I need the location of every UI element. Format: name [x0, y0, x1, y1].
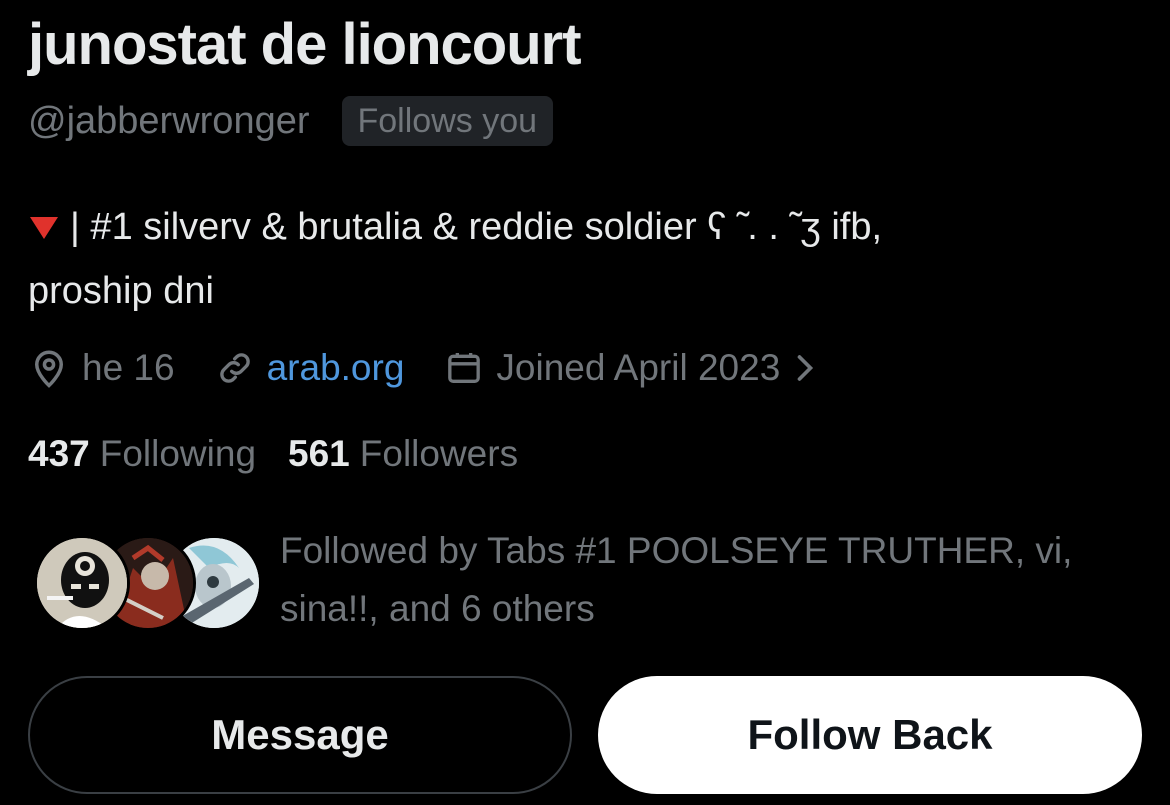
profile-handle: @jabberwronger	[28, 100, 310, 142]
avatar	[34, 535, 130, 631]
followed-by-line-2: sina!!, and 6 others	[280, 588, 595, 629]
following-label: Following	[99, 433, 257, 474]
calendar-icon	[444, 348, 484, 388]
bio-line-2: proship dni	[28, 270, 214, 312]
chevron-right-icon	[794, 353, 816, 383]
followers-label: Followers	[359, 433, 519, 474]
mutual-followers-avatars[interactable]	[34, 535, 262, 631]
followed-by-line-1: Followed by Tabs #1 POOLSEYE TRUTHER, vi…	[280, 530, 1073, 571]
link-icon	[215, 348, 255, 388]
location-pin-icon	[28, 347, 70, 389]
profile-bio: | #1 silverv & brutalia & reddie soldier…	[28, 196, 1128, 322]
follow-back-button[interactable]: Follow Back	[598, 676, 1142, 794]
follows-you-badge: Follows you	[341, 96, 554, 146]
location-item: he 16	[28, 344, 175, 392]
joined-item[interactable]: Joined April 2023	[444, 344, 816, 392]
followed-by-text[interactable]: Followed by Tabs #1 POOLSEYE TRUTHER, vi…	[280, 522, 1140, 638]
following-count: 437	[28, 433, 90, 474]
joined-text: Joined April 2023	[496, 347, 781, 388]
handle-row: @jabberwronger Follows you	[28, 96, 554, 146]
follow-stats: 437 Following 561 Followers	[28, 430, 518, 478]
followers-count: 561	[288, 433, 350, 474]
following-stat[interactable]: 437 Following	[28, 430, 256, 478]
followers-stat[interactable]: 561 Followers	[288, 430, 518, 478]
location-text: he 16	[82, 347, 175, 388]
message-button[interactable]: Message	[28, 676, 572, 794]
website-link[interactable]: arab.org	[267, 344, 405, 392]
bio-text-1: | #1 silverv & brutalia & reddie soldier…	[70, 206, 883, 248]
website-item[interactable]: arab.org	[215, 344, 405, 392]
red-triangle-icon	[28, 198, 60, 260]
profile-meta-row: he 16 arab.org Joined April 2023	[28, 344, 816, 392]
bio-line-1: | #1 silverv & brutalia & reddie soldier…	[28, 196, 1128, 260]
profile-display-name: junostat de lioncourt	[28, 12, 582, 77]
